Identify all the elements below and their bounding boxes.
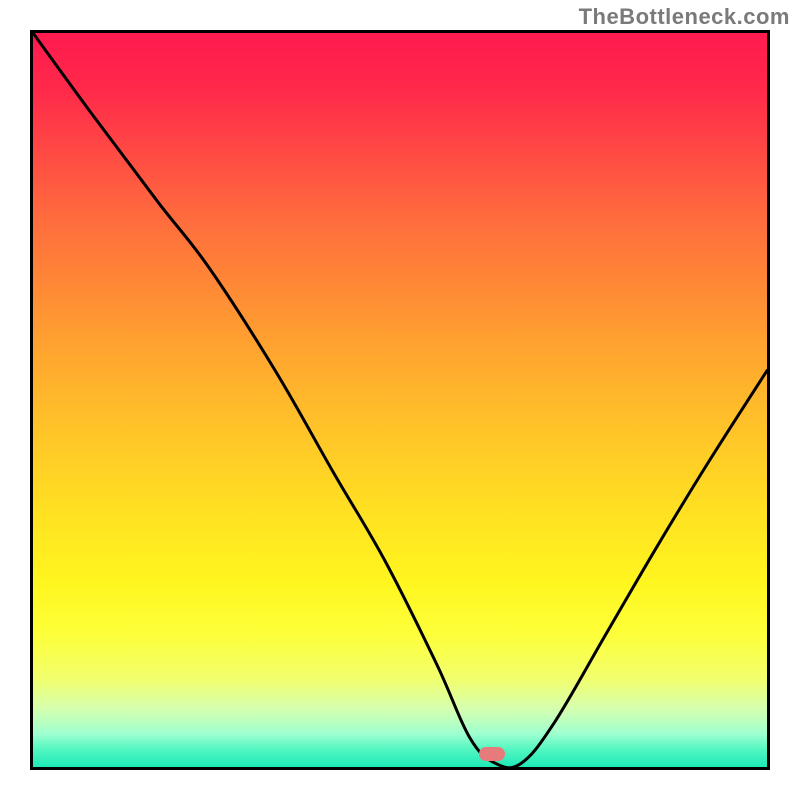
- watermark-text: TheBottleneck.com: [579, 4, 790, 30]
- bottleneck-curve-svg: [33, 33, 767, 767]
- bottleneck-curve-path: [33, 33, 767, 767]
- chart-container: TheBottleneck.com: [0, 0, 800, 800]
- optimal-point-marker: [479, 747, 505, 761]
- plot-area: [30, 30, 770, 770]
